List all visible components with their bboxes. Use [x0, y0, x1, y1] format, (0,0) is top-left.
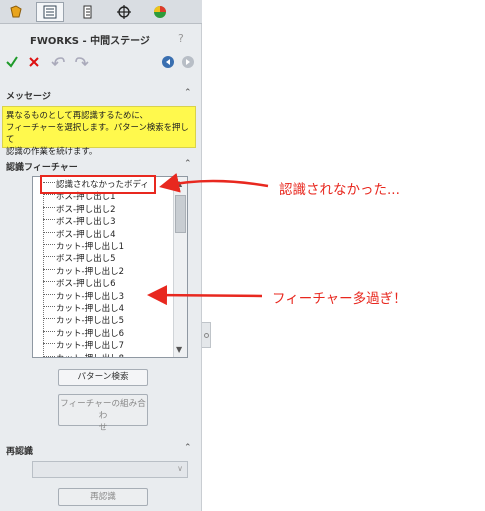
tab-configuration-manager[interactable]: [74, 2, 102, 22]
panel-title: FWORKS - 中間ステージ: [30, 36, 150, 47]
combine-button-line-1: フィーチャーの組み合わ: [60, 399, 146, 421]
configuration-manager-icon: [83, 5, 92, 19]
tree-connector: [43, 194, 55, 196]
tree-connector: [43, 330, 55, 332]
message-section-title: メッセージ: [6, 92, 51, 102]
help-icon[interactable]: ?: [178, 32, 184, 45]
list-item[interactable]: カット-押し出し8: [33, 353, 173, 357]
checkmark-icon: [6, 56, 18, 68]
tree-connector: [43, 318, 55, 320]
property-manager-panel: FWORKS - 中間ステージ ? メッセージ ⌃ 異なるものとして再認識するた…: [0, 0, 202, 511]
undo-button[interactable]: [50, 54, 66, 70]
tree-connector: [43, 343, 55, 345]
highlight-box: [40, 175, 156, 194]
list-item-label: ボス-押し出し5: [56, 254, 116, 265]
collapse-rerecognize-icon[interactable]: ⌃: [184, 443, 192, 453]
list-item[interactable]: カット-押し出し1: [33, 241, 173, 253]
list-item[interactable]: カット-押し出し4: [33, 303, 173, 315]
arrow-right-circle-icon: [182, 56, 194, 68]
list-item-label: ボス-押し出し6: [56, 279, 116, 290]
list-item-label: ボス-押し出し2: [56, 204, 116, 215]
tab-property-manager[interactable]: [36, 2, 64, 22]
recognized-features-list[interactable]: 認識されなかったボディ ボス-押し出し1 ボス-押し出し2 ボス-押し出し3 ボス-押し…: [32, 176, 188, 358]
list-scrollbar[interactable]: ▲ ▼: [173, 177, 187, 357]
features-section-title: 認識フィーチャー: [6, 163, 78, 173]
list-item[interactable]: カット-押し出し7: [33, 340, 173, 352]
list-item[interactable]: カット-押し出し6: [33, 328, 173, 340]
list-item[interactable]: カット-押し出し3: [33, 291, 173, 303]
tab-dimxpert[interactable]: [110, 2, 138, 22]
tree-connector: [43, 306, 55, 307]
annotation-too-many-features: フィーチャー多過ぎ！: [272, 291, 407, 307]
combine-button-line-2: せ: [98, 423, 108, 433]
redo-icon: [75, 57, 89, 67]
scroll-thumb[interactable]: [175, 195, 186, 233]
list-item[interactable]: ボス-押し出し4: [33, 229, 173, 241]
scroll-down-icon[interactable]: ▼: [176, 345, 182, 354]
panel-resize-grip[interactable]: [202, 322, 211, 348]
message-line-2: フィーチャーを選択します。パターン検索を押して: [6, 122, 189, 144]
tree-connector: [43, 219, 55, 221]
list-item[interactable]: カット-押し出し2: [33, 266, 173, 278]
tree-connector: [43, 293, 55, 295]
tree-connector: [43, 281, 55, 283]
list-item[interactable]: ボス-押し出し2: [33, 204, 173, 216]
list-item[interactable]: ボス-押し出し5: [33, 253, 173, 265]
tab-display-manager[interactable]: [146, 2, 174, 22]
redo-button[interactable]: [74, 54, 90, 70]
tree-connector: [43, 268, 55, 270]
scroll-up-icon[interactable]: ▲: [176, 179, 182, 188]
pattern-search-button[interactable]: パターン検索: [58, 369, 148, 386]
panel-tab-bar: [0, 0, 202, 24]
undo-icon: [51, 57, 65, 67]
list-item-label: カット-押し出し2: [56, 266, 124, 277]
list-item[interactable]: ボス-押し出し6: [33, 278, 173, 290]
tree-connector: [43, 355, 55, 357]
forward-button[interactable]: [180, 54, 196, 70]
ok-button[interactable]: [4, 54, 20, 70]
collapse-features-icon[interactable]: ⌃: [184, 159, 192, 169]
cancel-button[interactable]: [26, 54, 42, 70]
list-item-label: カット-押し出し1: [56, 242, 124, 252]
list-item-label: カット-押し出し6: [56, 328, 124, 339]
annotation-not-recognized: 認識されなかった...: [279, 182, 400, 198]
tree-connector: [43, 231, 55, 233]
rerecognize-section-title: 再認識: [6, 447, 34, 457]
tree-connector: [43, 244, 55, 245]
message-line-3: 認識の作業を続けます。: [6, 146, 98, 156]
tree-connector: [43, 256, 55, 258]
list-item[interactable]: ボス-押し出し3: [33, 216, 173, 228]
rerecognize-combo[interactable]: ∨: [32, 461, 188, 478]
list-item-label: ボス-押し出し3: [56, 217, 116, 228]
list-item-label: カット-押し出し8: [56, 354, 124, 357]
grip-dot-icon: [204, 333, 209, 338]
chevron-down-icon: ∨: [177, 464, 183, 473]
list-item-label: カット-押し出し7: [56, 341, 124, 352]
rerecognize-button[interactable]: 再認識: [58, 488, 148, 506]
arrow-left-circle-icon: [162, 56, 174, 68]
dimxpert-icon: [117, 5, 131, 19]
list-item-label: カット-押し出し4: [56, 304, 124, 314]
list-item-label: カット-押し出し5: [56, 316, 124, 327]
list-item-label: カット-押し出し3: [56, 291, 124, 302]
collapse-message-icon[interactable]: ⌃: [184, 88, 192, 98]
list-item[interactable]: カット-押し出し5: [33, 315, 173, 327]
close-icon: [29, 57, 39, 67]
feature-manager-icon: [10, 5, 22, 18]
message-box: 異なるものとして再認識するために、 フィーチャーを選択します。パターン検索を押し…: [2, 106, 196, 156]
message-line-1: 異なるものとして再認識するために、: [6, 110, 148, 120]
display-manager-icon: [154, 6, 166, 18]
list-item-label: ボス-押し出し4: [56, 229, 116, 240]
back-button[interactable]: [160, 54, 176, 70]
tree-connector: [43, 206, 55, 208]
combine-features-button[interactable]: フィーチャーの組み合わ せ: [58, 394, 148, 433]
tab-feature-manager[interactable]: [2, 2, 30, 22]
property-manager-icon: [43, 5, 57, 19]
